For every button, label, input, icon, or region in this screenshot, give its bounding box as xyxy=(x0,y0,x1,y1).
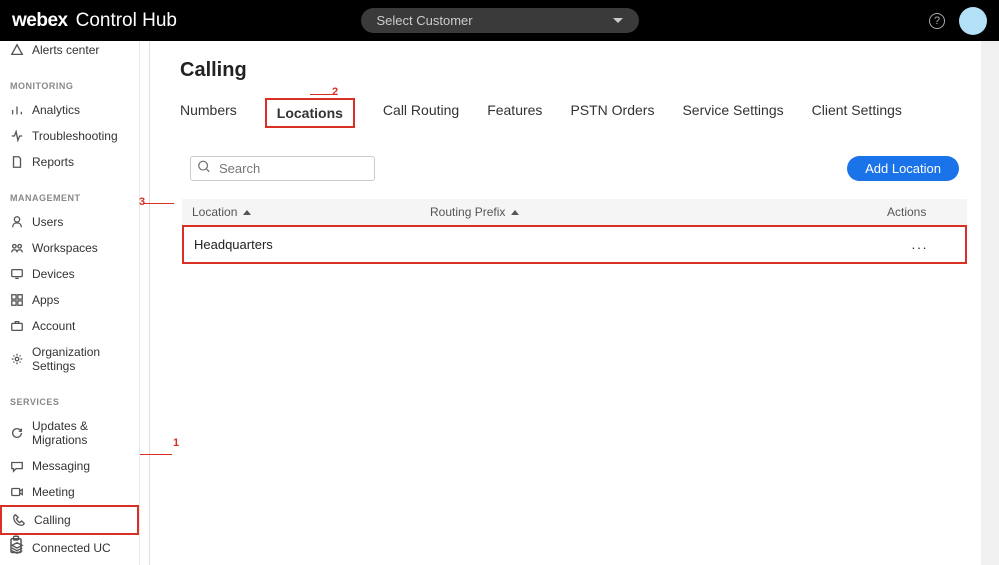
annotation-connector xyxy=(140,454,172,455)
sidebar-item-workspaces[interactable]: Workspaces xyxy=(0,235,139,261)
sidebar-section-management: MANAGEMENT xyxy=(0,175,139,209)
annotation-3: 3 xyxy=(139,196,145,208)
sidebar-item-calling[interactable]: Calling xyxy=(0,505,139,535)
workspaces-icon xyxy=(10,241,24,255)
sidebar-item-label: Meeting xyxy=(32,485,75,499)
customer-select-dropdown[interactable]: Select Customer xyxy=(361,8,639,33)
sidebar-item-label: Users xyxy=(32,215,63,229)
main-content: Calling Numbers Locations Call Routing F… xyxy=(150,41,999,565)
search-input[interactable] xyxy=(190,156,375,181)
sidebar-item-reports[interactable]: Reports xyxy=(0,149,139,175)
sort-asc-icon xyxy=(511,210,519,215)
sidebar-item-label: Workspaces xyxy=(32,241,98,255)
table-toolbar: Add Location xyxy=(170,156,979,181)
annotation-connector xyxy=(310,94,334,95)
brand-logo: webex Control Hub xyxy=(12,10,177,32)
sidebar-item-label: Devices xyxy=(32,267,75,281)
customer-select-label: Select Customer xyxy=(377,13,473,28)
sidebar-item-label: Updates & Migrations xyxy=(32,419,129,447)
sidebar-item-label: Analytics xyxy=(32,103,80,117)
search-icon xyxy=(197,159,211,178)
sidebar-item-users[interactable]: Users xyxy=(0,209,139,235)
sidebar-item-label: Messaging xyxy=(32,459,90,473)
column-location[interactable]: Location xyxy=(192,205,430,219)
sidebar-item-label: Apps xyxy=(32,293,59,307)
gear-icon xyxy=(10,352,24,366)
table-row[interactable]: Headquarters ... xyxy=(182,225,967,264)
sidebar-item-troubleshooting[interactable]: Troubleshooting xyxy=(0,123,139,149)
column-actions: Actions xyxy=(887,205,957,219)
triangle-alert-icon xyxy=(10,43,24,57)
sidebar-item-alerts[interactable]: Alerts center xyxy=(0,41,139,63)
header-right: ? xyxy=(929,7,987,35)
tabs-bar: Numbers Locations Call Routing Features … xyxy=(170,98,979,128)
brand-hub: Control Hub xyxy=(76,10,177,32)
locations-table: Location Routing Prefix Actions Headquar… xyxy=(170,199,979,264)
sidebar-item-hybrid[interactable]: Hybrid xyxy=(0,561,139,565)
sidebar-item-analytics[interactable]: Analytics xyxy=(0,97,139,123)
sidebar-item-label: Organization Settings xyxy=(32,345,129,373)
annotation-2: 2 xyxy=(332,86,338,98)
brand-webex: webex xyxy=(12,10,68,32)
avatar[interactable] xyxy=(959,7,987,35)
sidebar-item-apps[interactable]: Apps xyxy=(0,287,139,313)
phone-icon xyxy=(12,513,26,527)
sidebar-item-meeting[interactable]: Meeting xyxy=(0,479,139,505)
meeting-icon xyxy=(10,485,24,499)
column-routing-prefix[interactable]: Routing Prefix xyxy=(430,205,887,219)
tab-client-settings[interactable]: Client Settings xyxy=(812,98,902,128)
document-icon xyxy=(10,155,24,169)
bar-chart-icon xyxy=(10,103,24,117)
sidebar-item-label: Alerts center xyxy=(32,43,99,57)
annotation-connector xyxy=(144,203,174,204)
sidebar-item-label: Calling xyxy=(34,513,71,527)
annotation-1: 1 xyxy=(173,437,179,449)
tab-service-settings[interactable]: Service Settings xyxy=(682,98,783,128)
sidebar-item-updates[interactable]: Updates & Migrations xyxy=(0,413,139,453)
message-icon xyxy=(10,459,24,473)
page-title: Calling xyxy=(170,59,979,82)
pulse-icon xyxy=(10,129,24,143)
tab-pstn-orders[interactable]: PSTN Orders xyxy=(570,98,654,128)
cell-location: Headquarters xyxy=(194,237,432,252)
row-actions-menu[interactable]: ... xyxy=(885,237,955,252)
sidebar-item-devices[interactable]: Devices xyxy=(0,261,139,287)
table-header: Location Routing Prefix Actions xyxy=(182,199,967,225)
sort-asc-icon xyxy=(243,210,251,215)
sidebar-item-label: Troubleshooting xyxy=(32,129,118,143)
sidebar-item-account[interactable]: Account xyxy=(0,313,139,339)
tab-call-routing[interactable]: Call Routing xyxy=(383,98,459,128)
scrollbar[interactable] xyxy=(981,41,999,565)
add-location-button[interactable]: Add Location xyxy=(847,156,959,181)
sidebar-item-messaging[interactable]: Messaging xyxy=(0,453,139,479)
tab-features[interactable]: Features xyxy=(487,98,542,128)
sidebar-item-label: Connected UC xyxy=(32,541,111,555)
sidebar-item-org-settings[interactable]: Organization Settings xyxy=(0,339,139,379)
sidebar-item-label: Account xyxy=(32,319,75,333)
app-header: webex Control Hub Select Customer ? xyxy=(0,0,999,41)
briefcase-icon xyxy=(10,319,24,333)
sidebar: Alerts center MONITORING Analytics Troub… xyxy=(0,41,150,565)
clipboard-icon[interactable] xyxy=(6,535,26,555)
tab-locations[interactable]: Locations xyxy=(265,98,355,128)
chevron-down-icon xyxy=(613,18,623,23)
sidebar-section-monitoring: MONITORING xyxy=(0,63,139,97)
sidebar-section-services: SERVICES xyxy=(0,379,139,413)
devices-icon xyxy=(10,267,24,281)
refresh-icon xyxy=(10,426,24,440)
search-wrap xyxy=(190,156,375,181)
sidebar-item-label: Reports xyxy=(32,155,74,169)
apps-icon xyxy=(10,293,24,307)
help-icon[interactable]: ? xyxy=(929,13,945,29)
user-icon xyxy=(10,215,24,229)
tab-numbers[interactable]: Numbers xyxy=(180,98,237,128)
